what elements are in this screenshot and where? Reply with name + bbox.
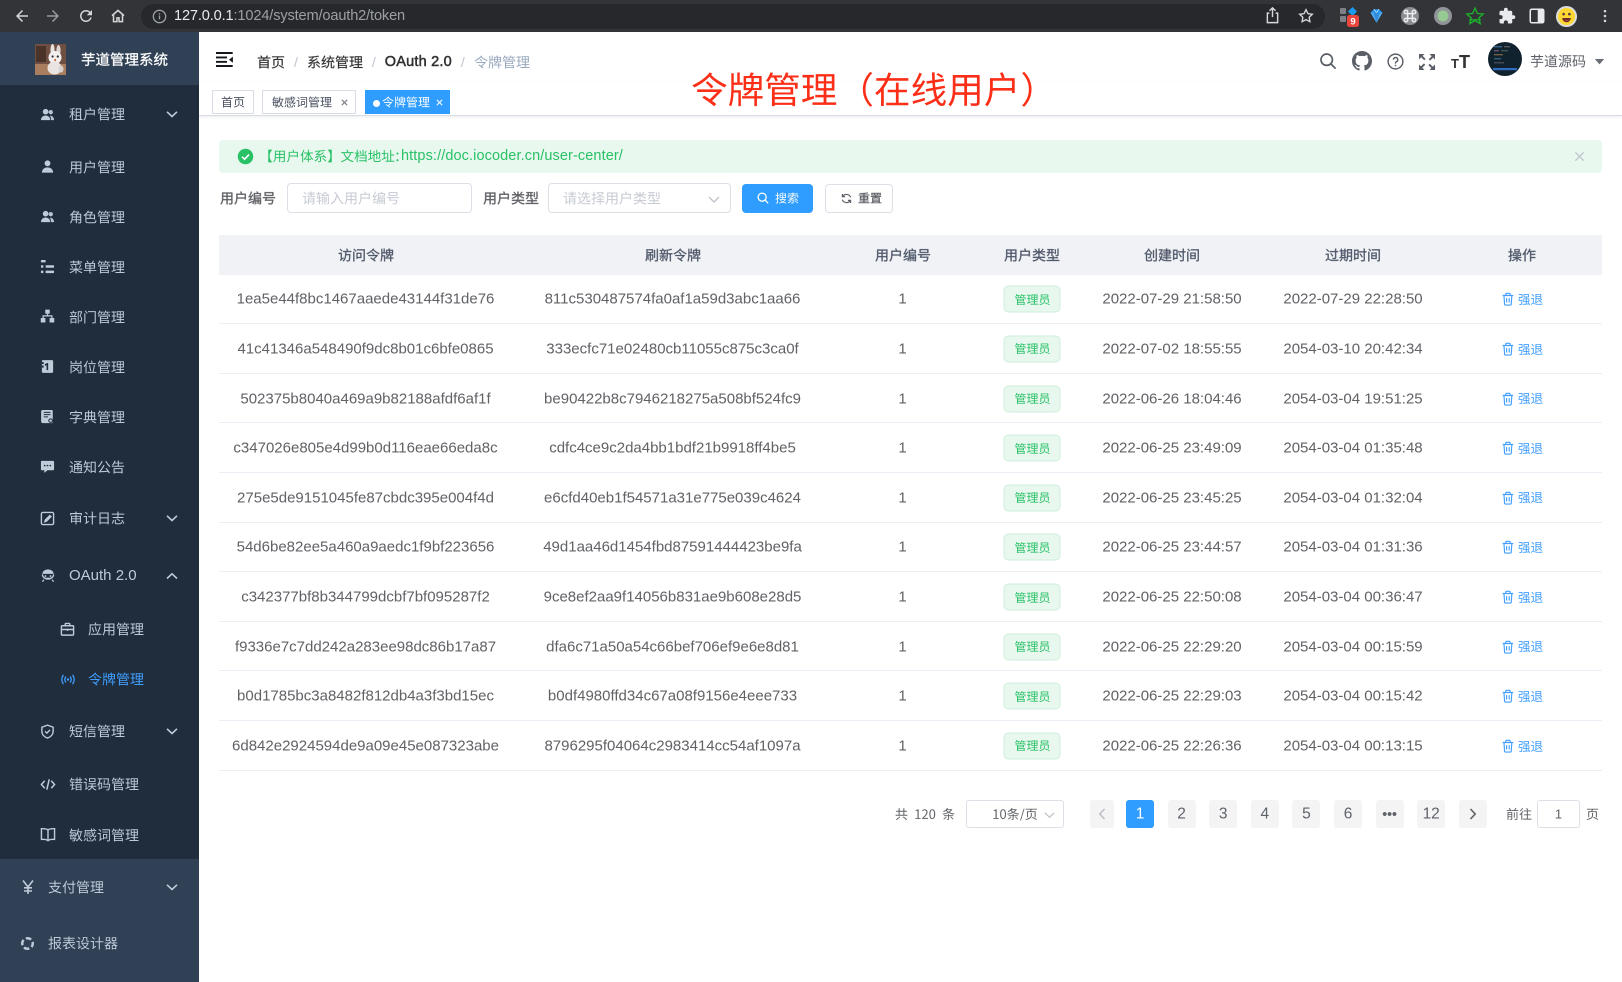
svg-text:9: 9 bbox=[1350, 17, 1355, 28]
